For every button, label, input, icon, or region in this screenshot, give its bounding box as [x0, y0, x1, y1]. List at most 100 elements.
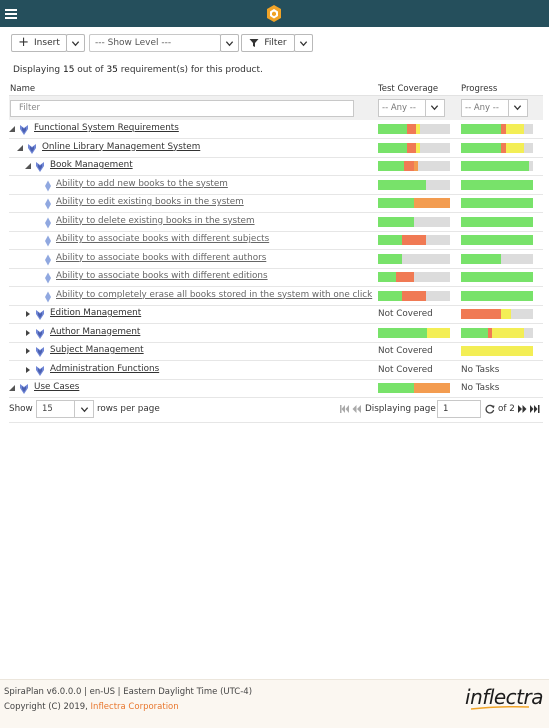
test-coverage-bar[interactable]	[378, 290, 450, 301]
progress-bar[interactable]	[461, 179, 533, 190]
requirement-name-link[interactable]: Ability to associate books with differen…	[56, 253, 266, 263]
requirement-name-link[interactable]: Administration Functions	[50, 364, 159, 374]
progress-bar[interactable]	[461, 142, 533, 153]
displaying-page-label: Displaying page	[365, 404, 436, 414]
test-coverage-bar[interactable]	[378, 198, 450, 208]
insert-dropdown-button[interactable]	[66, 34, 85, 52]
progress-bar[interactable]	[461, 124, 533, 134]
test-coverage-bar[interactable]	[378, 272, 450, 282]
table-row[interactable]: Ability to associate books with differen…	[9, 232, 543, 250]
bar-segment	[401, 235, 426, 245]
bar-segment	[378, 124, 407, 134]
requirement-name-link[interactable]: Ability to associate books with differen…	[56, 271, 268, 281]
expand-arrow-icon[interactable]	[25, 329, 31, 336]
table-row[interactable]: Functional System Requirements	[9, 121, 543, 139]
name-filter-input[interactable]: Filter	[10, 100, 354, 117]
progress-bar[interactable]	[461, 198, 533, 208]
previous-page-icon[interactable]	[352, 405, 361, 413]
table-row[interactable]: Subject Management Not Covered	[9, 343, 543, 361]
test-coverage-bar[interactable]	[378, 327, 450, 338]
requirement-name-link[interactable]: Online Library Management System	[42, 142, 200, 152]
table-row[interactable]: Ability to associate books with differen…	[9, 269, 543, 287]
test-coverage-bar[interactable]	[378, 235, 450, 245]
requirement-name-link[interactable]: Book Management	[50, 160, 133, 170]
requirement-name-link[interactable]: Author Management	[50, 327, 140, 337]
progress-bar[interactable]	[461, 290, 533, 301]
column-header-test-coverage[interactable]: Test Coverage	[378, 84, 438, 94]
collapse-arrow-icon[interactable]	[17, 144, 23, 151]
requirement-name-link[interactable]: Ability to edit existing books in the sy…	[56, 197, 244, 207]
test-coverage-bar[interactable]	[378, 383, 450, 393]
test-coverage-bar[interactable]	[378, 253, 450, 264]
spira-logo-icon[interactable]	[265, 4, 283, 23]
progress-bar[interactable]	[461, 235, 533, 245]
first-page-icon[interactable]	[340, 405, 349, 413]
requirement-name-link[interactable]: Ability to delete existing books in the …	[56, 216, 255, 226]
table-row[interactable]: Edition Management Not Covered	[9, 306, 543, 324]
collapse-arrow-icon[interactable]	[25, 163, 31, 169]
expand-arrow-icon[interactable]	[25, 311, 31, 317]
requirement-name-link[interactable]: Ability to associate books with differen…	[56, 234, 269, 244]
coverage-filter-select[interactable]: -- Any --	[378, 99, 445, 117]
inflectra-logo[interactable]: inflectra	[465, 685, 543, 710]
column-header-progress[interactable]: Progress	[461, 84, 497, 94]
requirement-name-link[interactable]: Ability to add new books to the system	[56, 179, 228, 189]
chevron-down-icon	[225, 40, 234, 46]
progress-text: No Tasks	[461, 364, 500, 375]
refresh-icon[interactable]	[485, 404, 495, 414]
collapse-arrow-icon[interactable]	[9, 126, 15, 132]
insert-button[interactable]: + Insert	[11, 34, 67, 52]
show-level-dropdown-button[interactable]	[220, 34, 239, 52]
progress-filter-select[interactable]: -- Any --	[461, 99, 528, 117]
requirement-name-link[interactable]: Subject Management	[50, 345, 144, 355]
table-row[interactable]: Ability to completely erase all books st…	[9, 288, 543, 306]
requirement-name-link[interactable]: Use Cases	[34, 382, 79, 392]
rows-per-page-select[interactable]: 15	[36, 400, 94, 418]
show-level-value: --- Show Level ---	[95, 38, 172, 48]
hamburger-icon[interactable]	[5, 9, 17, 19]
progress-bar[interactable]	[461, 253, 533, 264]
table-row[interactable]: Use Cases No Tasks	[9, 380, 543, 398]
progress-bar[interactable]	[461, 272, 533, 282]
last-page-icon[interactable]	[530, 405, 540, 413]
bar-segment	[505, 124, 525, 134]
bar-segment	[491, 327, 525, 338]
test-coverage-bar[interactable]	[378, 216, 450, 227]
progress-bar[interactable]	[461, 327, 533, 338]
bar-segment	[406, 142, 417, 153]
table-row[interactable]: Administration Functions Not Covered No Ta…	[9, 362, 543, 380]
next-page-icon[interactable]	[518, 405, 527, 413]
collapse-arrow-icon[interactable]	[9, 385, 15, 391]
expand-arrow-icon[interactable]	[25, 366, 31, 373]
requirement-name-link[interactable]: Ability to completely erase all books st…	[56, 290, 372, 300]
filter-dropdown-button[interactable]	[294, 34, 313, 52]
current-page-input[interactable]: 1	[437, 400, 481, 418]
progress-bar[interactable]	[461, 346, 533, 356]
show-level-select[interactable]: --- Show Level ---	[89, 34, 221, 52]
progress-bar[interactable]	[461, 309, 533, 319]
test-coverage-bar[interactable]	[378, 179, 450, 190]
requirement-icon	[45, 180, 51, 191]
column-header-name[interactable]: Name	[10, 84, 35, 94]
test-coverage-bar[interactable]	[378, 142, 450, 153]
table-row[interactable]: Online Library Management System	[9, 140, 543, 158]
table-row[interactable]: Ability to delete existing books in the …	[9, 214, 543, 232]
progress-bar[interactable]	[461, 161, 533, 171]
progress-bar[interactable]	[461, 216, 533, 227]
test-coverage-bar[interactable]	[378, 161, 450, 171]
table-row[interactable]: Author Management	[9, 325, 543, 343]
expand-arrow-icon[interactable]	[25, 348, 31, 354]
table-row[interactable]: Ability to add new books to the system	[9, 177, 543, 195]
requirement-icon	[45, 217, 51, 228]
table-row[interactable]: Ability to associate books with differen…	[9, 251, 543, 269]
table-row[interactable]: Book Management	[9, 158, 543, 176]
brand-swoosh-icon	[471, 706, 530, 710]
company-link[interactable]: Inflectra Corporation	[91, 702, 179, 712]
requirement-name-link[interactable]: Functional System Requirements	[34, 123, 179, 133]
select-divider	[425, 100, 426, 116]
requirement-name-link[interactable]: Edition Management	[50, 308, 141, 318]
filter-button[interactable]: Filter	[241, 34, 295, 52]
table-row[interactable]: Ability to edit existing books in the sy…	[9, 195, 543, 213]
test-coverage-bar[interactable]	[378, 124, 450, 134]
bar-segment	[426, 179, 450, 190]
